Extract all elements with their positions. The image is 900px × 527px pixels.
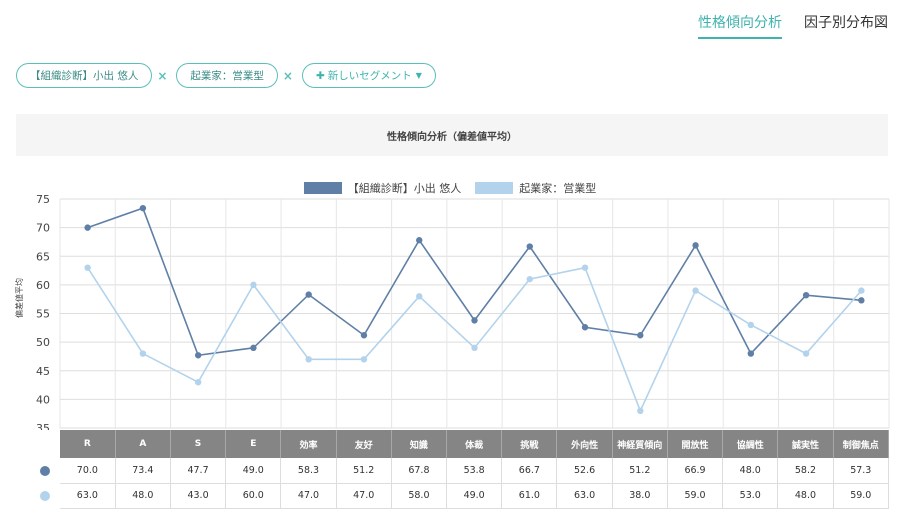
table-cell: 60.0 <box>225 483 282 509</box>
data-point <box>139 350 147 357</box>
table-cell: 66.7 <box>501 458 558 484</box>
category-header: S <box>170 430 227 458</box>
category-header: 挑戦 <box>501 430 558 458</box>
table-row: 70.0 73.4 47.7 49.0 58.3 51.2 67.8 53.8 66.7 52.6… <box>60 458 890 484</box>
category-header: 友好 <box>336 430 392 458</box>
table-cell: 48.0 <box>115 483 171 509</box>
data-point <box>637 407 644 415</box>
table-cell: 70.0 <box>60 458 116 484</box>
table-cell: 52.6 <box>556 458 613 484</box>
table-cell: 57.3 <box>833 458 890 484</box>
table-cell: 67.8 <box>391 458 448 484</box>
y-tick-label: 70 <box>36 222 50 235</box>
series-line-2 <box>86 266 862 413</box>
data-point <box>581 324 589 331</box>
table-body: 70.0 73.4 47.7 49.0 58.3 51.2 67.8 53.8 66.7 52.6… <box>60 458 890 509</box>
table-cell: 53.0 <box>722 483 779 509</box>
y-tick-label: 40 <box>36 393 50 406</box>
category-header: 外向性 <box>556 430 613 458</box>
data-point <box>526 275 533 283</box>
y-tick-label: 35 <box>36 422 50 430</box>
data-point <box>139 204 147 212</box>
data-point <box>858 297 865 304</box>
y-tick-label: 50 <box>36 336 50 349</box>
table-cell: 73.4 <box>115 458 171 484</box>
series1-marker <box>40 466 50 476</box>
table-cell: 38.0 <box>612 483 668 509</box>
category-header: 制御焦点 <box>833 430 890 458</box>
data-point <box>637 332 644 339</box>
table-cell: 43.0 <box>170 483 227 509</box>
data-point <box>471 317 478 324</box>
series-line-1 <box>87 207 862 357</box>
table-cell: 51.2 <box>612 458 668 484</box>
y-tick-label: 65 <box>36 250 50 263</box>
data-table: R A S E 効率 友好 知識 体裁 挑戦 外向性 神経質傾向 開放性 協調性 誠実性 制御焦点 70.0… <box>60 430 890 509</box>
data-point <box>471 344 478 352</box>
category-header: 知識 <box>391 430 448 458</box>
data-point <box>305 356 312 363</box>
category-header: 効率 <box>280 430 337 458</box>
data-point <box>360 332 368 339</box>
category-header: A <box>115 430 171 458</box>
table-cell: 58.0 <box>391 483 448 509</box>
data-point <box>416 237 423 244</box>
table-cell: 53.8 <box>446 458 503 484</box>
table-cell: 47.7 <box>170 458 227 484</box>
table-cell: 49.0 <box>446 483 503 509</box>
table-cell: 48.0 <box>722 458 779 484</box>
table-header-row: R A S E 効率 友好 知識 体裁 挑戦 外向性 神経質傾向 開放性 協調性 誠実性 制御焦点 <box>60 430 890 458</box>
table-cell: 51.2 <box>336 458 392 484</box>
data-point <box>858 287 865 294</box>
data-point <box>194 352 202 359</box>
table-row: 63.0 48.0 43.0 60.0 47.0 47.0 58.0 49.0 61.0 63.0… <box>60 483 890 509</box>
category-header: E <box>225 430 282 458</box>
category-header: 協調性 <box>722 430 779 458</box>
data-point <box>747 321 755 329</box>
table-cell: 47.0 <box>336 483 392 509</box>
table-cell: 47.0 <box>280 483 337 509</box>
table-cell: 58.3 <box>280 458 337 484</box>
y-tick-label: 60 <box>36 279 50 292</box>
data-point <box>84 264 91 271</box>
category-header: 神経質傾向 <box>612 430 668 458</box>
series2-marker <box>40 491 50 501</box>
data-point <box>84 224 91 231</box>
data-point <box>581 264 589 271</box>
table-cell: 63.0 <box>60 483 116 509</box>
category-header: R <box>60 430 116 458</box>
data-point <box>802 291 810 299</box>
category-header: 体裁 <box>446 430 503 458</box>
data-point <box>360 356 368 363</box>
data-point <box>747 350 755 357</box>
data-point <box>250 344 257 352</box>
y-tick-label: 75 <box>36 193 50 206</box>
y-tick-label: 45 <box>36 365 50 378</box>
data-point <box>250 281 257 289</box>
category-header: 誠実性 <box>777 430 834 458</box>
table-cell: 49.0 <box>225 458 282 484</box>
table-cell: 61.0 <box>501 483 558 509</box>
data-point <box>416 293 423 300</box>
table-cell: 59.0 <box>667 483 724 509</box>
data-point <box>692 242 699 249</box>
table-cell: 66.9 <box>667 458 724 484</box>
data-point <box>802 350 810 357</box>
table-cell: 63.0 <box>556 483 613 509</box>
data-point <box>526 243 533 250</box>
y-tick-label: 55 <box>36 308 50 321</box>
category-header: 開放性 <box>667 430 724 458</box>
data-point <box>194 379 202 386</box>
data-point <box>305 291 312 298</box>
table-cell: 59.0 <box>833 483 890 509</box>
data-point <box>692 287 699 294</box>
line-chart: 75 70 65 60 55 50 45 40 35 <box>36 193 890 430</box>
table-cell: 58.2 <box>777 458 834 484</box>
table-cell: 48.0 <box>777 483 834 509</box>
